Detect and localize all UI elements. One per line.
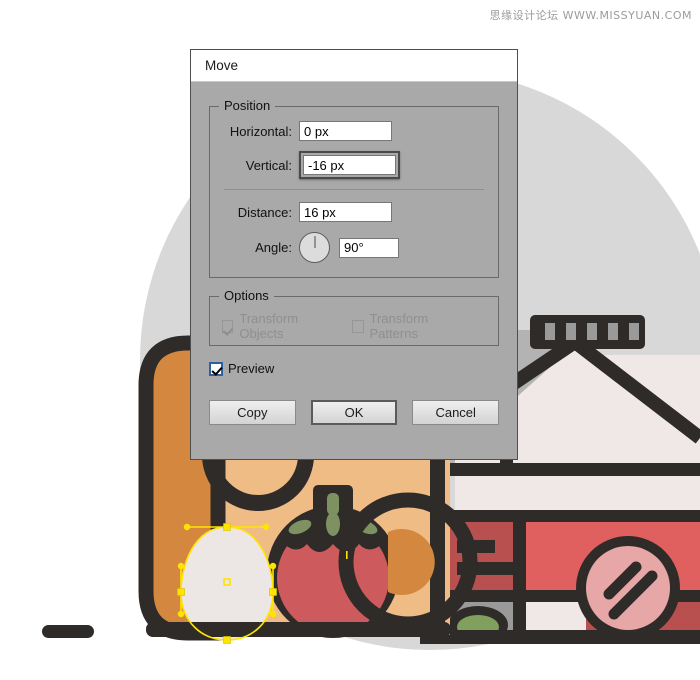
move-dialog: Move Position Horizontal: 0 px Vertical:… [190,49,518,460]
transform-patterns-label: Transform Patterns [369,311,429,341]
transform-objects-checkbox [222,319,234,333]
dialog-body: Position Horizontal: 0 px Vertical: -16 … [191,82,517,425]
screenshot-canvas: 思缘设计论坛 WWW.MISSYUAN.COM Move Position Ho… [0,0,700,680]
position-group-legend: Position [219,99,276,113]
transform-objects-label: Transform Objects [239,311,299,341]
dialog-title-bar: Move [191,50,517,82]
horizontal-label: Horizontal: [229,123,292,139]
dialog-button-row: Copy OK Cancel [209,400,499,425]
options-group: Options Transform Objects Transform Patt… [209,289,499,346]
options-group-legend: Options [219,289,274,303]
dialog-title-text: Move [205,58,239,73]
angle-input[interactable]: 90° [339,237,399,258]
vertical-input-focus-ring: -16 px [299,151,400,179]
preview-row[interactable]: Preview [209,361,499,376]
preview-checkbox[interactable] [209,361,223,376]
horizontal-row: Horizontal: 0 px [222,121,486,141]
preview-label: Preview [228,361,275,376]
stray-anchor-tick [346,551,348,559]
copy-button[interactable]: Copy [209,400,296,425]
group-divider [224,189,484,190]
distance-input[interactable]: 16 px [299,202,392,222]
options-checkbox-row: Transform Objects Transform Patterns [222,311,486,341]
angle-dial-needle [314,236,315,248]
distance-label: Distance: [237,204,292,220]
distance-row: Distance: 16 px [222,202,486,222]
position-group: Position Horizontal: 0 px Vertical: -16 … [209,99,499,278]
transform-patterns-checkbox [352,319,364,333]
ok-button[interactable]: OK [310,400,398,425]
watermark-text: 思缘设计论坛 WWW.MISSYUAN.COM [489,9,692,22]
cancel-button[interactable]: Cancel [412,400,499,425]
horizontal-input[interactable]: 0 px [299,121,392,141]
vertical-row: Vertical: -16 px [222,151,486,179]
vertical-label: Vertical: [245,157,292,173]
ground-dash [42,625,94,638]
angle-dial[interactable] [299,232,330,263]
angle-label: Angle: [255,240,292,255]
angle-row: Angle: 90° [222,232,486,263]
vertical-input[interactable]: -16 px [303,155,396,175]
